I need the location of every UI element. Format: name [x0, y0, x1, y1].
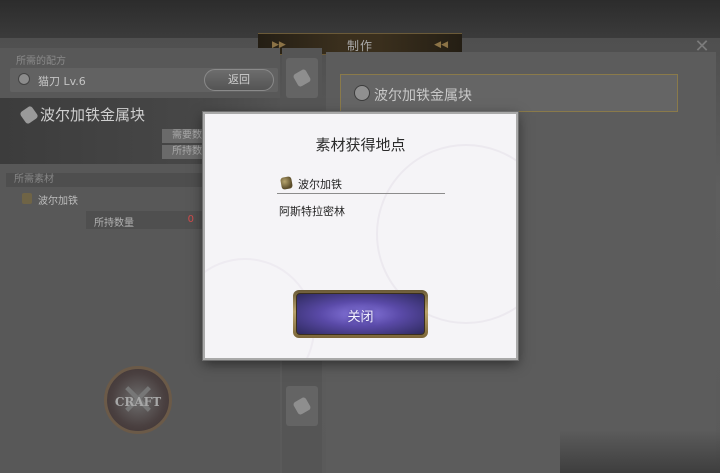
close-button-face: 关闭 — [296, 293, 425, 335]
material-name: 波尔加铁 — [298, 178, 342, 191]
ore-icon — [280, 176, 293, 190]
material-header: 波尔加铁 — [277, 174, 445, 194]
close-button-label: 关闭 — [347, 310, 374, 325]
material-source-dialog: 素材获得地点 波尔加铁 阿斯特拉密林 关闭 — [203, 112, 518, 360]
close-button[interactable]: 关闭 — [293, 290, 428, 338]
dialog-title: 素材获得地点 — [315, 136, 406, 154]
location-entry[interactable]: 阿斯特拉密林 — [279, 203, 345, 219]
